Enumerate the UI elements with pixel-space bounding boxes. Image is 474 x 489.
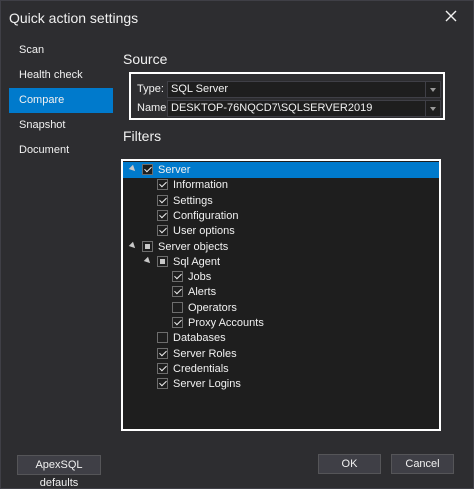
- tree-node-label: Operators: [188, 301, 237, 314]
- type-label: Type:: [137, 83, 164, 95]
- nav-item-label: Compare: [19, 94, 65, 106]
- nav-item-health-check[interactable]: Health check: [9, 63, 113, 88]
- nav-item-document[interactable]: Document: [9, 138, 113, 163]
- tree-node[interactable]: Configuration: [123, 208, 439, 224]
- tree-node[interactable]: Server: [123, 162, 439, 178]
- tree-node[interactable]: Alerts: [123, 284, 439, 300]
- tree-node-label: Server objects: [158, 240, 229, 253]
- tree-node[interactable]: Operators: [123, 300, 439, 316]
- tree-node[interactable]: Proxy Accounts: [123, 315, 439, 331]
- nav-item-label: Health check: [19, 69, 83, 81]
- quick-action-settings-window: Quick action settings Scan Health check …: [0, 0, 474, 489]
- tree-checkbox[interactable]: [157, 179, 168, 191]
- source-panel: Type: SQL Server Name: DESKTOP-76NQCD7\S…: [129, 72, 445, 120]
- tree-node-label: Information: [173, 179, 229, 192]
- nav-item-compare[interactable]: Compare: [9, 88, 113, 113]
- tree-checkbox[interactable]: [157, 332, 168, 344]
- tree-node-label: Server Logins: [173, 378, 241, 391]
- tree-node[interactable]: Settings: [123, 193, 439, 209]
- close-icon[interactable]: [443, 8, 459, 24]
- tree-node[interactable]: Server objects: [123, 239, 439, 255]
- tree-checkbox[interactable]: [157, 362, 168, 374]
- tree-node-label: Sql Agent: [173, 255, 221, 268]
- tree-node[interactable]: Jobs: [123, 269, 439, 285]
- tree-checkbox[interactable]: [172, 271, 183, 283]
- name-value: DESKTOP-76NQCD7\SQLSERVER2019: [171, 102, 373, 114]
- ok-button[interactable]: OK: [318, 454, 381, 474]
- tree-checkbox[interactable]: [172, 286, 183, 298]
- tree-node[interactable]: Server Logins: [123, 376, 439, 392]
- title-bar: Quick action settings: [1, 1, 473, 33]
- expand-arrow-icon[interactable]: [128, 241, 138, 250]
- nav-item-snapshot[interactable]: Snapshot: [9, 113, 113, 138]
- tree-node-label: Settings: [173, 194, 213, 207]
- apexsql-defaults-button[interactable]: ApexSQL defaults: [17, 455, 101, 489]
- nav-item-label: Scan: [19, 44, 45, 56]
- tree-checkbox[interactable]: [172, 301, 183, 313]
- tree-checkbox[interactable]: [157, 209, 168, 221]
- expand-arrow-icon[interactable]: [128, 164, 138, 174]
- tree-checkbox[interactable]: [157, 225, 168, 237]
- tree-checkbox[interactable]: [157, 194, 168, 206]
- tree-node[interactable]: Sql Agent: [123, 254, 439, 270]
- name-select[interactable]: DESKTOP-76NQCD7\SQLSERVER2019: [167, 100, 441, 117]
- nav-item-label: Snapshot: [19, 119, 66, 131]
- nav-item-label: Document: [19, 144, 70, 156]
- source-heading: Source: [123, 51, 168, 67]
- nav-item-scan[interactable]: Scan: [9, 38, 113, 63]
- expand-arrow-icon[interactable]: [143, 256, 153, 266]
- tree-node-label: Configuration: [173, 209, 239, 222]
- type-select[interactable]: SQL Server: [167, 81, 441, 98]
- tree-node-label: Credentials: [173, 362, 229, 375]
- tree-checkbox[interactable]: [142, 240, 153, 252]
- type-value: SQL Server: [171, 83, 229, 95]
- filters-tree: Server Information Settings Configuration Us…: [121, 159, 441, 431]
- chevron-down-icon[interactable]: [425, 101, 440, 116]
- tree-node[interactable]: Databases: [123, 330, 439, 346]
- tree-node-label: User options: [173, 225, 235, 238]
- tree-checkbox[interactable]: [157, 255, 168, 267]
- settings-nav: Scan Health check Compare Snapshot Docum…: [9, 38, 113, 163]
- tree-node-label: Server Roles: [173, 347, 237, 360]
- tree-node-label: Server: [158, 164, 191, 176]
- tree-checkbox[interactable]: [172, 317, 183, 328]
- filters-heading: Filters: [123, 128, 162, 144]
- tree-checkbox[interactable]: [142, 164, 153, 175]
- tree-node-label: Alerts: [188, 286, 217, 299]
- tree-node-label: Jobs: [188, 271, 212, 284]
- name-label: Name:: [137, 102, 170, 114]
- chevron-down-icon[interactable]: [425, 82, 440, 97]
- tree-node[interactable]: User options: [123, 223, 439, 239]
- tree-node-label: Proxy Accounts: [188, 317, 264, 329]
- tree-node[interactable]: Server Roles: [123, 346, 439, 362]
- window-title: Quick action settings: [9, 10, 139, 26]
- tree-node[interactable]: Credentials: [123, 361, 439, 377]
- tree-node[interactable]: Information: [123, 177, 439, 193]
- tree-checkbox[interactable]: [157, 347, 168, 359]
- tree-node-label: Databases: [173, 332, 226, 345]
- tree-checkbox[interactable]: [157, 378, 168, 390]
- cancel-button[interactable]: Cancel: [391, 454, 454, 474]
